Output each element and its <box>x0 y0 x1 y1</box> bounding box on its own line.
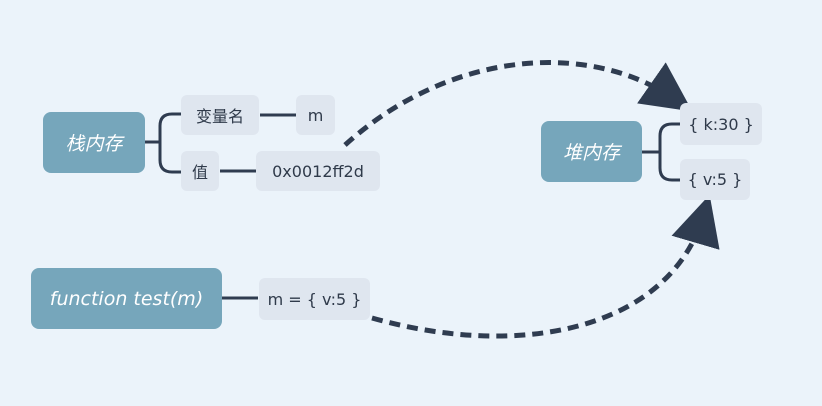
variable-value-node[interactable]: m <box>296 95 335 135</box>
function-test-node[interactable]: function test(m) <box>31 268 222 329</box>
value-node[interactable]: 值 <box>181 151 219 191</box>
heap-object-k-label: { k:30 } <box>688 114 754 134</box>
variable-name-label: 变量名 <box>195 107 244 126</box>
stack-memory-label: 栈内存 <box>65 133 123 155</box>
stack-memory-node[interactable]: 栈内存 <box>43 112 145 173</box>
heap-object-v-node[interactable]: { v:5 } <box>680 159 750 200</box>
function-param-node[interactable]: m = { v:5 } <box>259 278 370 320</box>
mindmap-canvas: 栈内存 变量名 m 值 0x0012ff2d 堆内存 { k:30 } { v:… <box>0 0 822 406</box>
address-node[interactable]: 0x0012ff2d <box>256 151 380 191</box>
stack-branch-connector <box>143 112 183 174</box>
variable-value-label: m <box>307 105 324 125</box>
connector-layer <box>143 60 720 339</box>
heap-memory-label: 堆内存 <box>562 142 620 164</box>
address-label: 0x0012ff2d <box>272 161 364 181</box>
heap-object-k-node[interactable]: { k:30 } <box>680 103 762 145</box>
variable-name-node[interactable]: 变量名 <box>181 95 259 135</box>
heap-object-v-label: { v:5 } <box>687 170 743 189</box>
function-param-label: m = { v:5 } <box>267 289 362 309</box>
reference-arrow-to-v <box>371 194 720 339</box>
function-test-label: function test(m) <box>49 287 204 310</box>
heap-memory-node[interactable]: 堆内存 <box>541 121 642 182</box>
value-label: 值 <box>191 163 208 182</box>
heap-branch-connector <box>640 122 682 182</box>
